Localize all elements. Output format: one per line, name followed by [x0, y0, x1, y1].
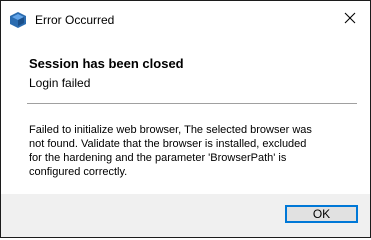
ok-button[interactable]: OK	[285, 205, 358, 223]
message-line: for the hardening and the parameter 'Bro…	[29, 152, 287, 164]
message-line: not found. Validate that the browser is …	[29, 138, 307, 150]
divider	[27, 103, 357, 104]
close-icon	[344, 11, 356, 29]
dialog-subheading: Login failed	[29, 76, 91, 90]
message-line: Failed to initialize web browser, The se…	[29, 124, 312, 136]
error-message: Failed to initialize web browser, The se…	[29, 123, 365, 179]
app-logo-icon	[10, 12, 26, 28]
message-line: configured correctly.	[29, 166, 128, 178]
close-button[interactable]	[336, 7, 364, 33]
error-dialog: Error Occurred Session has been closed L…	[0, 0, 371, 238]
window-title: Error Occurred	[35, 13, 115, 27]
dialog-heading: Session has been closed	[29, 56, 184, 71]
title-bar[interactable]: Error Occurred	[1, 1, 370, 40]
